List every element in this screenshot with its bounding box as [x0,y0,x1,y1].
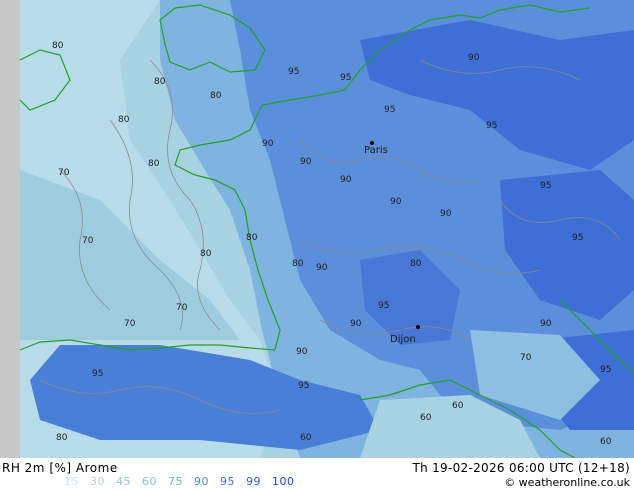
legend-value: 100 [272,475,295,488]
contour-label: 95 [486,121,497,131]
contour-label: 60 [300,433,312,443]
contour-label: 80 [56,433,68,443]
contour-label: 90 [350,319,362,329]
contour-label: 90 [300,157,312,167]
legend-value: 30 [90,475,105,488]
contour-label: 70 [124,319,136,329]
contour-label: 80 [246,233,258,243]
contour-label: 60 [420,413,432,423]
legend-value: 45 [116,475,131,488]
contour-label: 90 [262,139,274,149]
valid-time: Th 19-02-2026 06:00 UTC (12+18) [412,461,630,475]
domain-edge-left [0,0,20,458]
contour-label: 95 [92,369,103,379]
legend-value: 90 [194,475,209,488]
contour-label: 60 [452,401,464,411]
credit: © weatheronline.co.uk [504,476,630,489]
contour-label: 95 [298,381,309,391]
legend-value: 75 [168,475,183,488]
contour-label: 95 [288,67,299,77]
contour-label: 90 [468,53,480,63]
contour-label: 90 [540,319,552,329]
contour-label: 70 [58,168,70,178]
parameter-label: RH 2m [%] [2,461,72,475]
legend-value: 15 [64,475,79,488]
contour-label: 80 [200,249,212,259]
rh-map: Paris Dijon 70 70 70 70 70 80 80 80 80 8… [0,0,634,458]
contour-label: 80 [410,259,422,269]
contour-label: 95 [600,365,611,375]
contour-label: 70 [82,236,94,246]
contour-label: 90 [340,175,352,185]
contour-label: 80 [148,159,160,169]
contour-label: 80 [210,91,222,101]
contour-label: 95 [384,105,395,115]
contour-label: 70 [176,303,188,313]
legend-title: RH 2m [%] Arome [2,461,118,475]
color-scale: 15 30 45 60 75 90 95 99 100 [64,475,306,488]
contour-label: 90 [296,347,308,357]
contour-label: 90 [390,197,402,207]
legend-value: 60 [142,475,157,488]
legend-value: 95 [220,475,235,488]
contour-label: 95 [378,301,389,311]
credit-text: © weatheronline.co.uk [504,476,630,489]
city-label-paris: Paris [364,145,388,156]
contour-label: 90 [316,263,328,273]
legend-value: 99 [246,475,261,488]
contour-label: 95 [540,181,551,191]
contour-label: 70 [520,353,532,363]
contour-label: 80 [52,41,64,51]
contour-label: 80 [154,77,166,87]
city-label-dijon: Dijon [390,334,416,345]
contour-label: 90 [440,209,452,219]
contour-label: 95 [340,73,351,83]
contour-label: 80 [118,115,130,125]
contour-label: 95 [572,233,583,243]
model-label: Arome [75,461,118,475]
contour-label: 80 [292,259,304,269]
contour-label: 60 [600,437,612,447]
